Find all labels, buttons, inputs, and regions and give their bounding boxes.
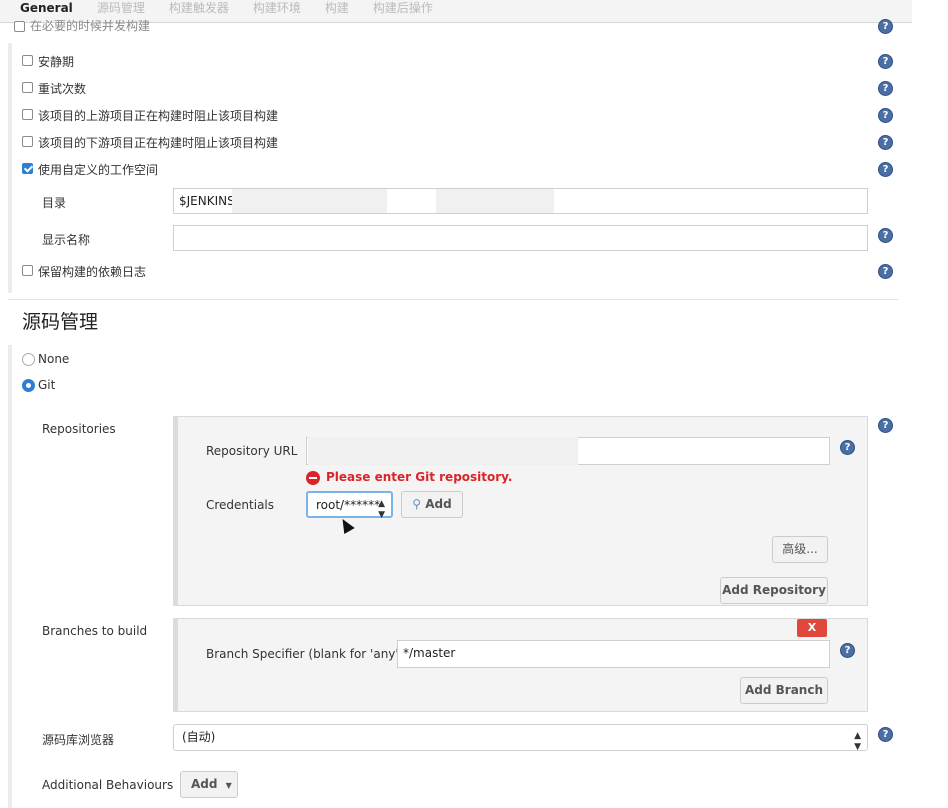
- scm-git-radio[interactable]: [22, 379, 35, 392]
- tab-build-triggers[interactable]: 构建触发器: [157, 0, 241, 23]
- concurrent-build-label: 在必要的时候并发构建: [30, 19, 151, 33]
- additional-behaviours-label: Additional Behaviours: [42, 778, 174, 792]
- custom-workspace-label: 使用自定义的工作空间: [38, 163, 159, 177]
- redaction-block: [436, 189, 554, 213]
- retry-count-checkbox[interactable]: [22, 82, 33, 93]
- tab-build[interactable]: 构建: [313, 0, 361, 23]
- display-name-input[interactable]: [173, 225, 868, 251]
- section-title-scm: 源码管理: [22, 311, 99, 333]
- quiet-period-checkbox[interactable]: [22, 55, 33, 66]
- scm-none-radio[interactable]: [22, 353, 35, 366]
- repositories-label: Repositories: [42, 422, 116, 436]
- help-icon[interactable]: ?: [878, 54, 893, 69]
- branch-specifier-label: Branch Specifier (blank for 'any'): [206, 647, 404, 661]
- help-icon[interactable]: ?: [878, 162, 893, 177]
- repository-browser-value: (自动): [182, 730, 216, 744]
- add-branch-button[interactable]: Add Branch: [740, 677, 828, 704]
- retry-count-label: 重试次数: [38, 82, 87, 96]
- scm-none-label: None: [38, 352, 70, 366]
- repositories-panel: Repository URL ? Please enter Git reposi…: [173, 416, 868, 606]
- section-divider: [8, 299, 898, 300]
- keep-dependency-logs-label: 保留构建的依赖日志: [38, 265, 147, 279]
- config-page: 在必要的时候并发构建 ? 安静期 ? 重试次数 ? 该项目的上游项目正在构建时阻…: [8, 19, 912, 808]
- help-icon[interactable]: ?: [840, 643, 855, 658]
- additional-add-label: Add: [191, 777, 218, 791]
- branches-panel: X Branch Specifier (blank for 'any') */m…: [173, 618, 868, 712]
- credentials-value: root/******: [316, 498, 381, 512]
- scm-git-label: Git: [38, 378, 56, 392]
- help-icon[interactable]: ?: [878, 264, 893, 279]
- credentials-add-label: Add: [425, 497, 452, 511]
- help-icon[interactable]: ?: [878, 19, 893, 34]
- custom-workspace-checkbox[interactable]: [22, 163, 33, 174]
- section-indent-bar: [8, 345, 12, 808]
- keep-dependency-logs-checkbox[interactable]: [22, 265, 33, 276]
- key-icon: ⚲: [412, 497, 422, 511]
- caret-down-icon: ▼: [225, 781, 232, 790]
- quiet-period-label: 安静期: [38, 55, 75, 69]
- credentials-label: Credentials: [206, 498, 275, 512]
- help-icon[interactable]: ?: [878, 135, 893, 150]
- directory-label: 目录: [42, 196, 67, 210]
- block-downstream-checkbox[interactable]: [22, 136, 33, 147]
- error-icon: [306, 471, 320, 485]
- help-icon[interactable]: ?: [878, 81, 893, 96]
- repository-url-label: Repository URL: [206, 444, 298, 458]
- block-downstream-label: 该项目的下游项目正在构建时阻止该项目构建: [38, 136, 279, 150]
- branches-to-build-label: Branches to build: [42, 624, 148, 638]
- block-upstream-checkbox[interactable]: [22, 109, 33, 120]
- section-indent-bar: [8, 43, 12, 293]
- help-icon[interactable]: ?: [878, 108, 893, 123]
- help-icon[interactable]: ?: [878, 418, 893, 433]
- advanced-button[interactable]: 高级...: [772, 536, 828, 563]
- repository-url-error: Please enter Git repository.: [326, 470, 513, 484]
- tab-post-build[interactable]: 构建后操作: [361, 0, 445, 23]
- add-repository-button[interactable]: Add Repository: [720, 577, 828, 604]
- help-icon[interactable]: ?: [840, 440, 855, 455]
- help-icon[interactable]: ?: [878, 727, 893, 742]
- credentials-select[interactable]: root/****** ▲ ▼: [306, 491, 393, 520]
- delete-branch-button[interactable]: X: [797, 619, 827, 637]
- concurrent-build-checkbox[interactable]: [14, 21, 25, 32]
- block-upstream-label: 该项目的上游项目正在构建时阻止该项目构建: [38, 109, 279, 123]
- redaction-block: [308, 437, 578, 465]
- additional-behaviours-add-button[interactable]: Add ▼: [180, 771, 238, 798]
- branch-specifier-input[interactable]: */master: [397, 640, 830, 668]
- tab-build-environment[interactable]: 构建环境: [241, 0, 313, 23]
- display-name-label: 显示名称: [42, 233, 91, 247]
- redaction-block: [232, 189, 387, 213]
- repository-browser-label: 源码库浏览器: [42, 733, 115, 747]
- help-icon[interactable]: ?: [878, 228, 893, 243]
- select-arrows-icon: ▲ ▼: [378, 499, 385, 520]
- select-arrows-icon: ▲ ▼: [854, 731, 861, 752]
- repository-browser-select[interactable]: (自动) ▲ ▼: [173, 724, 868, 752]
- credentials-add-button[interactable]: ⚲ Add: [401, 491, 463, 518]
